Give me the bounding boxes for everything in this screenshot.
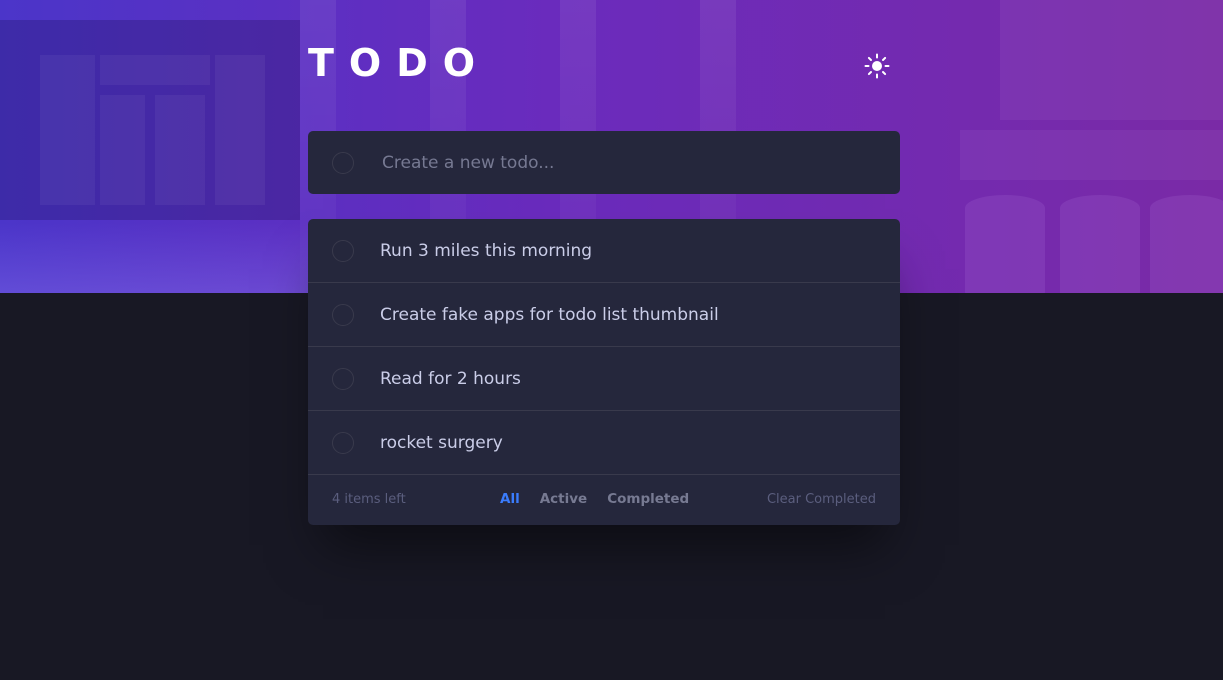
filter-completed[interactable]: Completed: [607, 491, 689, 507]
app-header: TODO: [308, 0, 900, 131]
filter-group: All Active Completed: [500, 491, 689, 507]
todo-item-text: Create fake apps for todo list thumbnail: [380, 304, 719, 325]
todo-list: Run 3 miles this morning Create fake app…: [308, 219, 900, 525]
todo-item[interactable]: Read for 2 hours: [308, 347, 900, 411]
filter-active[interactable]: Active: [540, 491, 588, 507]
todo-check-circle[interactable]: [332, 431, 354, 454]
todo-item-text: Read for 2 hours: [380, 368, 521, 389]
todo-item[interactable]: Create fake apps for todo list thumbnail: [308, 283, 900, 347]
new-todo-check-circle[interactable]: [332, 151, 354, 174]
app-title: TODO: [308, 41, 491, 85]
todo-item-text: rocket surgery: [380, 432, 503, 453]
todo-item[interactable]: Run 3 miles this morning: [308, 219, 900, 283]
todo-item-text: Run 3 miles this morning: [380, 240, 593, 261]
todo-app: TODO Run 3 miles th: [308, 0, 900, 525]
filter-all[interactable]: All: [500, 491, 520, 507]
todo-check-circle[interactable]: [332, 303, 354, 326]
sun-icon: [864, 53, 890, 79]
items-left-count: 4 items left: [332, 492, 406, 507]
todo-check-circle[interactable]: [332, 367, 354, 390]
new-todo-bar: [308, 131, 900, 194]
theme-toggle-button[interactable]: [864, 53, 890, 79]
todo-item[interactable]: rocket surgery: [308, 411, 900, 475]
todo-check-circle[interactable]: [332, 239, 354, 262]
new-todo-input[interactable]: [380, 146, 864, 179]
todo-footer: 4 items left All Active Completed Clear …: [308, 475, 900, 525]
clear-completed-button[interactable]: Clear Completed: [767, 492, 876, 507]
